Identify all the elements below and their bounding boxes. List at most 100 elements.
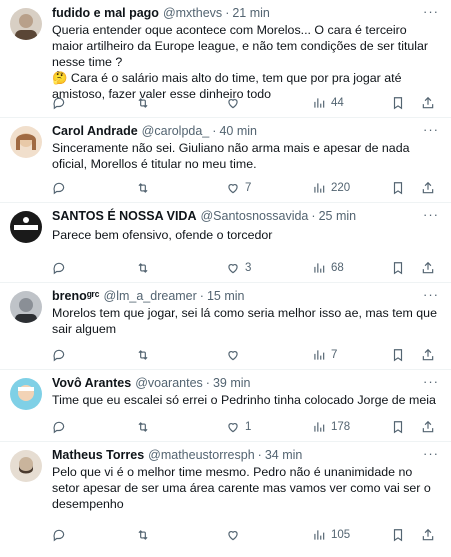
share-button[interactable]: [421, 95, 435, 111]
reply-button[interactable]: [52, 527, 71, 543]
tweet-header: Vovô Arantes @voarantes · 39 min: [52, 374, 439, 392]
views-icon: [314, 183, 325, 193]
display-name[interactable]: fudido e mal pago: [52, 6, 159, 20]
heart-icon: [228, 531, 238, 541]
user-handle[interactable]: @matheustorresph: [148, 448, 255, 462]
more-options-icon[interactable]: ···: [423, 122, 439, 137]
display-name[interactable]: Carol Andrade: [52, 124, 138, 138]
bookmark-icon: [393, 529, 403, 542]
views-button[interactable]: 220: [312, 180, 350, 196]
timestamp[interactable]: 40 min: [219, 124, 257, 138]
share-button[interactable]: [421, 527, 435, 543]
views-button[interactable]: 68: [312, 260, 344, 276]
avatar[interactable]: [10, 8, 42, 40]
like-button[interactable]: 3: [226, 260, 251, 276]
more-options-icon[interactable]: ···: [423, 4, 439, 19]
tweet-text: Queria entender oque acontece com Morelo…: [52, 23, 429, 101]
like-button[interactable]: [226, 527, 245, 543]
views-icon: [314, 263, 325, 273]
share-button[interactable]: [421, 347, 435, 363]
retweet-icon: [138, 530, 148, 540]
display-name[interactable]: SANTOS É NOSSA VIDA: [52, 209, 196, 223]
avatar[interactable]: [10, 378, 42, 410]
retweet-button[interactable]: [136, 95, 155, 111]
separator-dot: ·: [311, 209, 316, 223]
reply-button[interactable]: [52, 260, 71, 276]
tweet[interactable]: Carol Andrade @carolpda_ · 40 min ··· Si…: [0, 118, 451, 203]
retweet-button[interactable]: [136, 260, 155, 276]
retweet-icon: [138, 422, 148, 432]
action-bar: 7 220: [52, 180, 439, 196]
share-button[interactable]: [421, 419, 435, 435]
timestamp[interactable]: 15 min: [207, 289, 245, 303]
tweet[interactable]: Matheus Torres @matheustorresph · 34 min…: [0, 442, 451, 557]
retweet-button[interactable]: [136, 527, 155, 543]
views-button[interactable]: 105: [312, 527, 350, 543]
action-bar: 7: [52, 347, 439, 363]
avatar[interactable]: [10, 126, 42, 158]
bookmark-button[interactable]: [391, 180, 405, 196]
bookmark-button[interactable]: [391, 347, 405, 363]
views-button[interactable]: 7: [312, 347, 337, 363]
user-handle[interactable]: @Santosnossavida: [200, 209, 308, 223]
heart-icon: [228, 184, 238, 194]
avatar[interactable]: [10, 291, 42, 323]
views-icon: [314, 350, 325, 360]
timestamp[interactable]: 34 min: [265, 448, 303, 462]
retweet-icon: [138, 350, 148, 360]
more-options-icon[interactable]: ···: [423, 446, 439, 461]
like-button[interactable]: 7: [226, 180, 251, 196]
timestamp[interactable]: 25 min: [319, 209, 357, 223]
display-name[interactable]: Vovô Arantes: [52, 376, 131, 390]
tweet[interactable]: Vovô Arantes @voarantes · 39 min ··· Tim…: [0, 370, 451, 442]
bookmark-button[interactable]: [391, 95, 405, 111]
tweet[interactable]: fudido e mal pago @mxthevs · 21 min ··· …: [0, 0, 451, 118]
separator-dot: ·: [212, 124, 217, 138]
user-handle[interactable]: @mxthevs: [163, 6, 222, 20]
retweet-button[interactable]: [136, 347, 155, 363]
tweet-text: Pelo que vi é o melhor time mesmo. Pedro…: [52, 465, 435, 511]
user-handle[interactable]: @carolpda_: [142, 124, 210, 138]
share-button[interactable]: [421, 260, 435, 276]
bookmark-button[interactable]: [391, 419, 405, 435]
bookmark-button[interactable]: [391, 260, 405, 276]
retweet-button[interactable]: [136, 180, 155, 196]
share-button[interactable]: [421, 180, 435, 196]
display-name[interactable]: brenoᵍʳᶜ: [52, 289, 100, 303]
retweet-icon: [138, 263, 148, 273]
more-options-icon[interactable]: ···: [423, 374, 439, 389]
reply-button[interactable]: [52, 347, 71, 363]
more-options-icon[interactable]: ···: [423, 287, 439, 302]
bookmark-button[interactable]: [391, 527, 405, 543]
retweet-button[interactable]: [136, 419, 155, 435]
tweet[interactable]: brenoᵍʳᶜ @lm_a_dreamer · 15 min ··· More…: [0, 283, 451, 370]
action-bar: 44: [52, 95, 439, 111]
timestamp[interactable]: 21 min: [232, 6, 270, 20]
user-handle[interactable]: @voarantes: [135, 376, 203, 390]
tweet-text: Sinceramente não sei. Giuliano não arma …: [52, 141, 413, 171]
views-button[interactable]: 178: [312, 419, 350, 435]
reply-button[interactable]: [52, 180, 71, 196]
views-button[interactable]: 44: [312, 95, 344, 111]
views-icon: [314, 530, 325, 540]
like-button[interactable]: 1: [226, 419, 251, 435]
timestamp[interactable]: 39 min: [213, 376, 251, 390]
reply-icon: [53, 349, 65, 362]
share-icon: [422, 181, 434, 194]
bookmark-icon: [393, 97, 403, 110]
tweet-text: Morelos tem que jogar, sei lá como seria…: [52, 306, 441, 336]
more-options-icon[interactable]: ···: [423, 207, 439, 222]
reply-button[interactable]: [52, 419, 71, 435]
like-button[interactable]: [226, 95, 245, 111]
retweet-icon: [138, 183, 148, 193]
reply-icon: [53, 97, 65, 110]
views-icon: [314, 98, 325, 108]
user-handle[interactable]: @lm_a_dreamer: [104, 289, 197, 303]
avatar[interactable]: [10, 211, 42, 243]
reply-button[interactable]: [52, 95, 71, 111]
display-name[interactable]: Matheus Torres: [52, 448, 144, 462]
avatar[interactable]: [10, 450, 42, 482]
tweet[interactable]: SANTOS É NOSSA VIDA @Santosnossavida · 2…: [0, 203, 451, 283]
like-button[interactable]: [226, 347, 245, 363]
tweet-header: brenoᵍʳᶜ @lm_a_dreamer · 15 min: [52, 287, 439, 305]
